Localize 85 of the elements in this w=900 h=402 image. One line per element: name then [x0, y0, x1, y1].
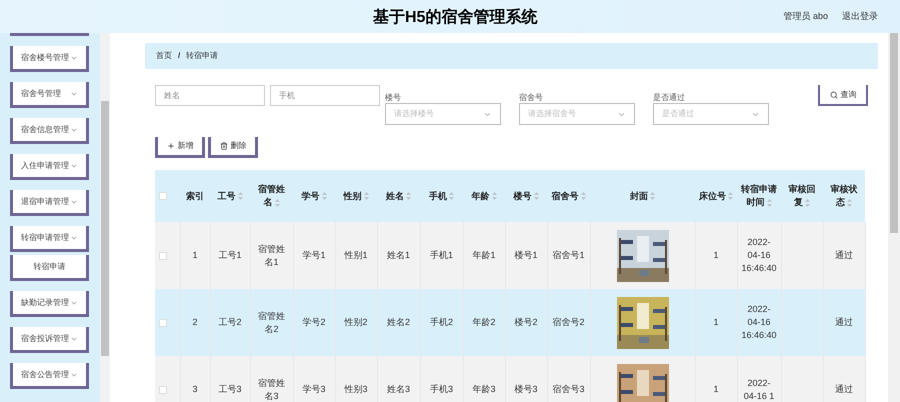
menu-item[interactable]: 退宿申请管理 — [10, 190, 89, 216]
table-cell: 性别2 — [344, 317, 368, 327]
table-cell: 学号2 — [302, 317, 326, 327]
table-cell: 1 — [192, 250, 198, 260]
menu-item[interactable]: 入住申请管理 — [10, 154, 89, 180]
table-cell: 宿舍号1 — [552, 250, 584, 260]
table-cell: 工号3 — [218, 384, 242, 394]
table-cell: 手机1 — [430, 250, 453, 260]
trash-icon — [220, 142, 228, 150]
table-cell: 手机2 — [430, 317, 453, 327]
filter-label: 楼号 — [385, 92, 402, 103]
table-cell: 姓名3 — [386, 384, 410, 394]
table-cell: 姓名1 — [386, 250, 410, 260]
table-cell: 年龄3 — [472, 384, 496, 394]
admin-label: 管理员 abo — [783, 10, 828, 23]
search-button[interactable]: 查询 — [818, 85, 868, 106]
table-cell: 工号1 — [218, 250, 242, 260]
column-header[interactable]: 转宿申请时间 — [737, 170, 782, 222]
column-header[interactable]: 索引 — [180, 170, 210, 222]
table-cell: 2022-04-16 16:46:40 — [742, 237, 777, 273]
column-header[interactable]: 审核状态 — [823, 170, 866, 222]
menu-item[interactable]: 宿舍号管理 — [10, 82, 89, 108]
column-header[interactable]: 性别 — [335, 170, 377, 222]
plus-icon — [166, 142, 174, 150]
menu-item[interactable]: 转宿申请管理 — [10, 226, 89, 252]
table-cell: 1 — [713, 317, 718, 327]
checkbox[interactable] — [159, 386, 167, 394]
column-header[interactable]: 手机 — [420, 170, 463, 222]
table-cell: 2022-04-16 16:46:40 — [742, 304, 777, 340]
breadcrumb-current: 转宿申请 — [186, 50, 218, 62]
checkbox[interactable] — [159, 252, 167, 260]
filter-label: 是否通过 — [653, 92, 686, 103]
table-cell: 姓名2 — [386, 317, 410, 327]
name-field[interactable]: 姓名 — [155, 85, 265, 106]
menu-item[interactable]: 宿舍信息管理 — [10, 118, 89, 144]
phone-field[interactable]: 手机 — [270, 85, 380, 106]
logout-link[interactable]: 退出登录 — [842, 10, 878, 24]
table-cell: 宿舍号3 — [552, 384, 584, 394]
table-cell: 年龄2 — [472, 317, 496, 327]
breadcrumb-link[interactable]: 首页 — [156, 50, 172, 62]
submenu-item[interactable]: 转宿申请 — [10, 255, 89, 281]
table-cell: 性别3 — [344, 384, 368, 394]
table-cell: 通过 — [835, 384, 854, 394]
table-cell: 工号2 — [218, 317, 242, 327]
table-cell: 手机3 — [430, 384, 453, 394]
table-cell: 学号3 — [302, 384, 326, 394]
menu-item[interactable]: 缺勤记录管理 — [10, 291, 89, 317]
column-header[interactable]: 床位号 — [695, 170, 737, 222]
table-cell: 通过 — [835, 250, 854, 260]
checkbox[interactable] — [159, 318, 167, 326]
table-cell: 宿管姓名2 — [258, 310, 285, 334]
column-header[interactable]: 姓名 — [377, 170, 420, 222]
column-header[interactable]: 宿管姓名 — [250, 170, 293, 222]
table-cell: 宿管姓名1 — [258, 244, 285, 266]
table-cell: 楼号3 — [514, 384, 538, 394]
table-cell: 1 — [713, 384, 718, 394]
app-title: 基于H5的宿舍管理系统 — [373, 7, 538, 28]
checkbox[interactable] — [159, 192, 167, 200]
table-cell: 2022-04-16 1 — [744, 378, 774, 400]
add-button[interactable]: 新增 — [155, 137, 205, 158]
table-cell: 年龄1 — [472, 250, 496, 260]
column-header[interactable]: 工号 — [210, 170, 250, 222]
delete-button[interactable]: 删除 — [208, 137, 258, 158]
column-header[interactable]: 审核回复 — [781, 170, 824, 222]
menu-item[interactable]: 宿舍投诉管理 — [10, 327, 89, 353]
table-cell: 宿舍号2 — [552, 317, 584, 327]
column-header[interactable]: 学号 — [293, 170, 335, 222]
search-icon — [830, 90, 838, 98]
table-cell: 学号1 — [302, 250, 326, 260]
table-cell: 通过 — [835, 317, 854, 327]
menu-item[interactable]: 宿舍公告管理 — [10, 363, 89, 389]
column-header[interactable]: 楼号 — [505, 170, 547, 222]
table-cell: 3 — [192, 384, 198, 394]
table-cell: 宿管姓名3 — [258, 378, 285, 400]
table-cell: 1 — [713, 250, 718, 260]
menu-item[interactable]: 宿舍楼号管理 — [10, 46, 89, 72]
filter-label: 宿舍号 — [519, 92, 544, 103]
column-header[interactable]: 年龄 — [463, 170, 505, 222]
table-cell: 性别1 — [344, 250, 368, 260]
column-header[interactable]: 封面 — [590, 170, 695, 222]
table-cell: 楼号2 — [514, 317, 538, 327]
table-cell: 2 — [192, 317, 198, 327]
breadcrumb-separator: / — [178, 50, 180, 62]
column-header[interactable]: 宿舍号 — [547, 170, 590, 222]
table-cell: 楼号1 — [514, 250, 538, 260]
